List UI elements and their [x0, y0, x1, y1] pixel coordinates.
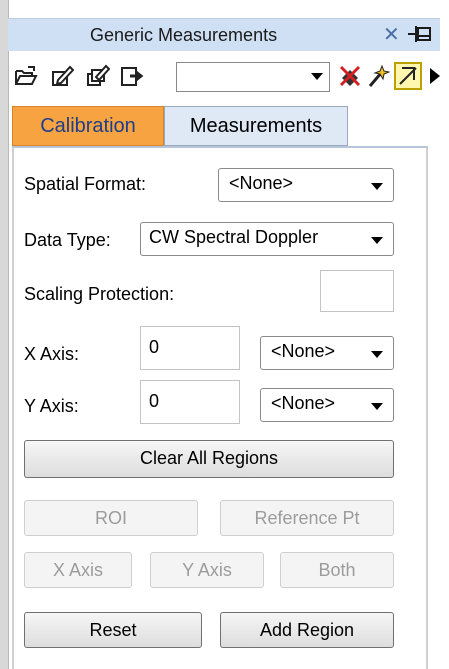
edit-region-icon[interactable]	[50, 64, 74, 88]
reference-pt-button[interactable]: Reference Pt	[220, 500, 394, 536]
clear-all-regions-button[interactable]: Clear All Regions	[24, 440, 394, 478]
export-icon[interactable]	[120, 64, 144, 88]
title-bar: Generic Measurements ✕	[8, 18, 440, 51]
close-icon[interactable]: ✕	[383, 22, 400, 47]
y-axis-value: 0	[149, 391, 160, 411]
tab-measurements[interactable]: Measurements	[164, 106, 348, 146]
chevron-down-icon	[371, 403, 383, 410]
spatial-format-value: <None>	[229, 173, 294, 193]
window-title: Generic Measurements	[90, 25, 278, 45]
x-axis-value: 0	[149, 337, 160, 357]
y-axis-button[interactable]: Y Axis	[150, 552, 264, 588]
wand-icon[interactable]	[366, 64, 390, 88]
eraser-icon[interactable]	[338, 64, 362, 88]
arrow-right-icon[interactable]	[428, 64, 442, 88]
edit-multiple-icon[interactable]	[86, 64, 110, 88]
x-axis-button[interactable]: X Axis	[24, 552, 132, 588]
pin-icon[interactable]	[406, 22, 434, 46]
y-axis-unit-value: <None>	[271, 393, 336, 413]
chevron-down-icon	[371, 237, 383, 244]
tab-calibration[interactable]: Calibration	[12, 106, 164, 146]
y-axis-unit-dropdown[interactable]: <None>	[260, 388, 394, 422]
toolbar-dropdown[interactable]	[176, 62, 330, 92]
tab-strip: Calibration Measurements	[12, 106, 352, 148]
calibration-content: Spatial Format: <None> Data Type: CW Spe…	[12, 148, 428, 669]
data-type-dropdown[interactable]: CW Spectral Doppler	[140, 222, 394, 256]
scaling-protection-field[interactable]	[320, 270, 394, 312]
x-axis-label: X Axis:	[24, 344, 80, 364]
spatial-format-label: Spatial Format:	[24, 174, 147, 194]
scaling-protection-label: Scaling Protection:	[24, 284, 175, 304]
add-region-button[interactable]: Add Region	[220, 612, 394, 648]
yellow-box-icon[interactable]	[394, 62, 422, 90]
roi-button[interactable]: ROI	[24, 500, 198, 536]
chevron-down-icon	[371, 183, 383, 190]
open-folder-icon[interactable]	[14, 64, 38, 88]
reset-button[interactable]: Reset	[24, 612, 202, 648]
data-type-label: Data Type:	[24, 230, 111, 250]
panel-left-edge	[0, 0, 9, 669]
x-axis-unit-dropdown[interactable]: <None>	[260, 336, 394, 370]
spatial-format-dropdown[interactable]: <None>	[218, 168, 394, 202]
chevron-down-icon	[311, 73, 323, 80]
x-axis-value-field[interactable]: 0	[140, 326, 240, 370]
y-axis-value-field[interactable]: 0	[140, 380, 240, 424]
chevron-down-icon	[371, 351, 383, 358]
toolbar	[8, 54, 449, 98]
both-button[interactable]: Both	[280, 552, 394, 588]
y-axis-label: Y Axis:	[24, 396, 79, 416]
data-type-value: CW Spectral Doppler	[149, 227, 319, 247]
x-axis-unit-value: <None>	[271, 341, 336, 361]
generic-measurements-panel: Generic Measurements ✕ Calibration Measu…	[0, 0, 449, 669]
